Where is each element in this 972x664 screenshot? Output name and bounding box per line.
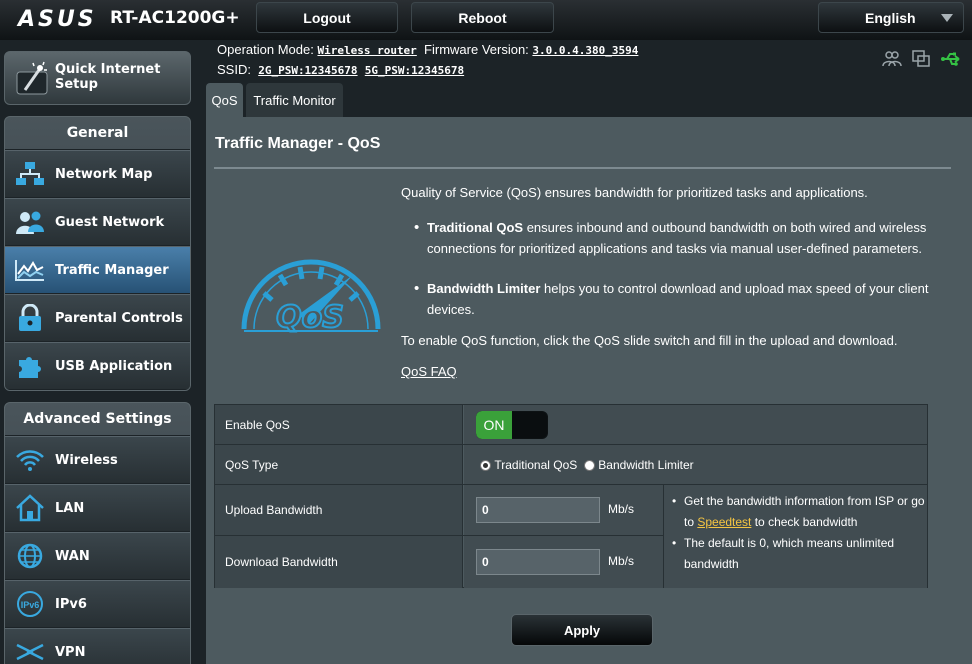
puzzle-icon <box>5 352 55 380</box>
language-select[interactable]: English <box>818 2 964 33</box>
sidebar-item-wireless[interactable]: Wireless <box>5 436 190 484</box>
ssid-info: SSID: 2G_PSW:12345678 5G_PSW:12345678 <box>217 62 464 77</box>
note-default: The default is 0, which means unlimited … <box>672 533 927 575</box>
tab-traffic-monitor[interactable]: Traffic Monitor <box>246 83 343 117</box>
ssid-label: SSID: <box>217 62 251 77</box>
sidebar-item-wan[interactable]: WAN <box>5 532 190 580</box>
bullet-traditional-qos: Traditional QoS ensures inbound and outb… <box>414 218 937 259</box>
row-upload-bandwidth: Upload Bandwidth 0 Mb/s <box>215 485 663 536</box>
bandwidth-limiter-option-label[interactable]: Bandwidth Limiter <box>598 458 693 472</box>
sidebar-item-label: IPv6 <box>55 596 87 612</box>
advanced-menu: Advanced Settings Wireless LAN WAN IPv6 … <box>4 402 191 664</box>
ipv6-icon: IPv6 <box>5 590 55 618</box>
advanced-title: Advanced Settings <box>5 403 190 436</box>
magic-wand-icon <box>13 60 51 101</box>
upload-bandwidth-label: Upload Bandwidth <box>215 485 463 535</box>
row-download-bandwidth: Download Bandwidth 0 Mb/s <box>215 536 663 588</box>
sidebar-item-network-map[interactable]: Network Map <box>5 150 190 198</box>
quick-setup-line1: Quick Internet <box>55 62 161 77</box>
traffic-manager-icon <box>5 258 55 282</box>
general-title: General <box>5 117 190 150</box>
sidebar-item-traffic-manager[interactable]: Traffic Manager <box>5 246 190 294</box>
page-title: Traffic Manager - QoS <box>215 135 381 152</box>
speedtest-link[interactable]: Speedtest <box>697 515 751 529</box>
sidebar-item-label: Traffic Manager <box>55 262 169 278</box>
sidebar-item-parental-controls[interactable]: Parental Controls <box>5 294 190 342</box>
vpn-icon <box>5 639 55 664</box>
note-speedtest: Get the bandwidth information from ISP o… <box>672 491 927 533</box>
sidebar-item-ipv6[interactable]: IPv6 IPv6 <box>5 580 190 628</box>
network-map-icon <box>5 161 55 187</box>
radio-bandwidth-limiter[interactable] <box>583 460 595 471</box>
firmware-link[interactable]: 3.0.0.4.380_3594 <box>532 44 638 57</box>
sidebar-item-label: Wireless <box>55 452 118 468</box>
qos-intro: Quality of Service (QoS) ensures bandwid… <box>401 185 868 200</box>
globe-icon <box>5 542 55 570</box>
sidebar-item-lan[interactable]: LAN <box>5 484 190 532</box>
operation-info: Operation Mode: Wireless router Firmware… <box>217 42 638 57</box>
sidebar-item-label: WAN <box>55 548 90 564</box>
sidebar-item-label: Parental Controls <box>55 310 183 326</box>
sidebar-item-label: LAN <box>55 500 85 516</box>
toggle-on-label: ON <box>476 411 512 439</box>
asus-logo: ASUS <box>18 7 97 32</box>
ssid-2g-link[interactable]: 2G_PSW:12345678 <box>258 64 357 77</box>
lock-icon <box>5 304 55 332</box>
house-icon <box>5 494 55 522</box>
status-icons <box>882 50 962 73</box>
title-divider <box>214 167 951 169</box>
note-speedtest-text-b: to check bandwidth <box>751 515 858 529</box>
sidebar-item-usb-application[interactable]: USB Application <box>5 342 190 390</box>
upload-unit: Mb/s <box>608 502 635 516</box>
download-unit: Mb/s <box>608 554 635 568</box>
svg-text:IPv6: IPv6 <box>21 600 40 610</box>
qos-faq-link[interactable]: QoS FAQ <box>401 364 457 379</box>
apply-button[interactable]: Apply <box>511 614 653 646</box>
sidebar-item-label: USB Application <box>55 358 173 374</box>
sidebar-item-label: Guest Network <box>55 214 165 230</box>
bandwidth-notes: Get the bandwidth information from ISP o… <box>663 485 927 588</box>
enable-instructions: To enable QoS function, click the QoS sl… <box>401 333 898 348</box>
download-bandwidth-input[interactable]: 0 <box>476 549 600 575</box>
guest-network-icon <box>5 209 55 235</box>
qos-logo-text: QoS <box>276 300 344 333</box>
bullet-traditional-qos-title: Traditional QoS <box>427 220 524 235</box>
row-qos-type: QoS Type Traditional QoS Bandwidth Limit… <box>215 445 927 485</box>
sidebar-item-guest-network[interactable]: Guest Network <box>5 198 190 246</box>
download-bandwidth-label: Download Bandwidth <box>215 536 463 588</box>
quick-internet-setup-button[interactable]: Quick Internet Setup <box>4 51 191 105</box>
reboot-button[interactable]: Reboot <box>411 2 554 33</box>
qos-settings-table: Enable QoS ON QoS Type Traditional QoS B… <box>214 404 928 588</box>
op-mode-label: Operation Mode: <box>217 42 314 57</box>
clients-icon[interactable] <box>882 50 902 73</box>
general-menu: General Network Map Guest Network Traffi… <box>4 116 191 391</box>
logout-button[interactable]: Logout <box>256 2 398 33</box>
sidebar-item-label: Network Map <box>55 166 153 182</box>
qos-toggle-switch[interactable]: ON <box>476 411 548 439</box>
usb-icon[interactable] <box>940 50 962 73</box>
traditional-qos-option-label[interactable]: Traditional QoS <box>494 458 577 472</box>
sidebar-item-vpn[interactable]: VPN <box>5 628 190 664</box>
copy-icon[interactable] <box>912 50 930 73</box>
qos-gauge-logo: QoS <box>238 245 384 338</box>
chevron-down-icon <box>941 14 953 22</box>
row-enable-qos: Enable QoS ON <box>215 405 927 445</box>
sidebar-item-label: VPN <box>55 644 86 660</box>
model-name: RT-AC1200G+ <box>110 8 240 28</box>
enable-qos-label: Enable QoS <box>215 405 463 444</box>
toggle-knob <box>512 412 547 438</box>
radio-traditional-qos[interactable] <box>480 460 491 471</box>
wifi-icon <box>5 448 55 472</box>
quick-setup-line2: Setup <box>55 77 98 92</box>
firmware-label: Firmware Version: <box>424 42 529 57</box>
ssid-5g-link[interactable]: 5G_PSW:12345678 <box>365 64 464 77</box>
main-panel: Traffic Manager - QoS QoS Quality of Ser… <box>206 117 972 664</box>
bullet-bandwidth-limiter: Bandwidth Limiter helps you to control d… <box>414 279 937 320</box>
qos-type-label: QoS Type <box>215 445 463 484</box>
op-mode-link[interactable]: Wireless router <box>317 44 416 57</box>
language-label: English <box>865 9 916 26</box>
tab-qos[interactable]: QoS <box>206 83 243 117</box>
bullet-bandwidth-limiter-title: Bandwidth Limiter <box>427 281 541 296</box>
upload-bandwidth-input[interactable]: 0 <box>476 497 600 523</box>
